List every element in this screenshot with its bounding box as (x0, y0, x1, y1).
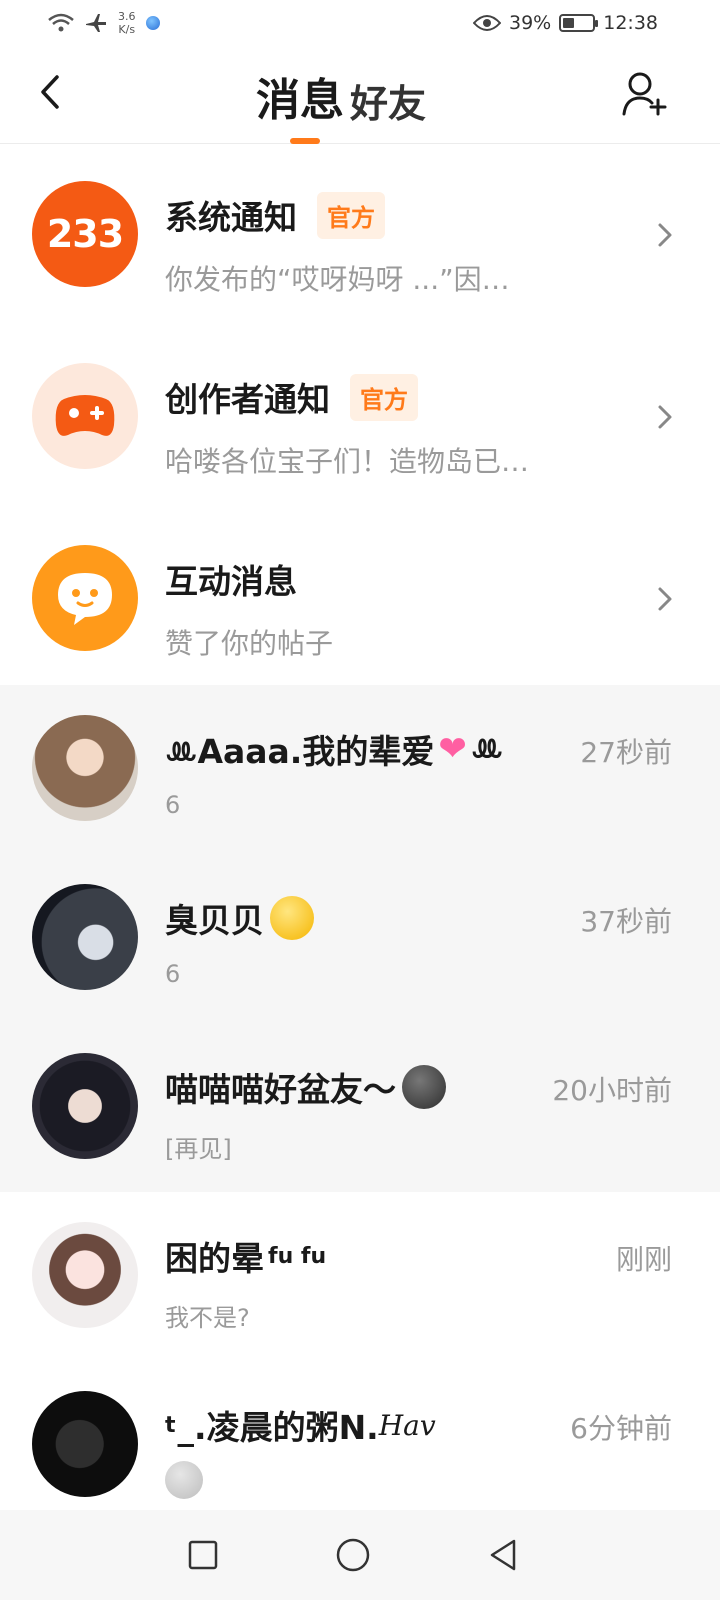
chevron-right-icon (658, 223, 672, 247)
chat-time: 刚刚 (615, 1243, 672, 1276)
battery-level (563, 18, 575, 28)
avatar (32, 1053, 138, 1159)
chat-name: 喵喵喵好盆友～ (165, 1070, 396, 1109)
square-icon (188, 1540, 218, 1570)
creator-notification-preview: 哈喽各位宝子们！造物岛已… (165, 445, 530, 478)
system-avatar-text: 233 (46, 212, 124, 256)
battery-icon (559, 14, 599, 32)
battery-percent: 39% (509, 12, 552, 34)
chat-name-superscript: fu fu (268, 1243, 327, 1269)
tab-messages-label: 消息 (256, 75, 344, 126)
chat-time: 37秒前 (580, 905, 672, 938)
avatar (32, 1222, 138, 1328)
eye-icon (473, 15, 501, 31)
chat-preview: 6 (165, 791, 181, 819)
chat-name-superscript: t (165, 1412, 176, 1438)
chat-row[interactable]: t _.凌晨的粥N. Hav 6分钟前 (0, 1361, 720, 1530)
app-indicator-icon (145, 16, 160, 30)
chat-name: 臭贝贝 (165, 901, 264, 940)
chat-row[interactable]: 喵喵喵好盆友～ 20小时前 [再见] (0, 1023, 720, 1192)
chevron-right-icon (658, 587, 672, 611)
interaction-messages-row[interactable]: 互动消息 赞了你的帖子 (0, 509, 720, 685)
grey-smile-emoji-icon (165, 1461, 203, 1499)
status-bar: 3.6 K/s 39% 12:38 (0, 0, 720, 50)
chat-name-suffix: ꔛ (470, 729, 504, 768)
wifi-icon (48, 13, 74, 32)
chat-preview: 6 (165, 960, 181, 988)
chat-time: 27秒前 (580, 736, 672, 769)
interaction-messages-title: 互动消息 (165, 562, 297, 601)
heart-emoji-icon: ❤ (438, 729, 467, 769)
chat-name: _.凌晨的粥N. (177, 1408, 379, 1447)
message-list: 233 系统通知 官方 你发布的“哎呀妈呀 ...”因… 创作者通知 官方 哈喽… (0, 145, 720, 1530)
back-button[interactable] (28, 70, 72, 114)
back-arrow-icon (41, 75, 59, 109)
tab-bar: 消息 好友 (256, 64, 426, 144)
creator-notification-avatar (32, 363, 138, 469)
recent-apps-button[interactable] (180, 1532, 226, 1578)
chat-name: ꔛAaaa.我的辈爱 (165, 732, 435, 771)
triangle-back-icon (490, 1539, 516, 1571)
system-notification-row[interactable]: 233 系统通知 官方 你发布的“哎呀妈呀 ...”因… (0, 145, 720, 327)
dark-smirk-emoji-icon (402, 1065, 446, 1109)
chat-time: 6分钟前 (570, 1412, 672, 1445)
active-tab-indicator (290, 138, 320, 144)
chat-bubble-icon (58, 573, 112, 625)
chevron-right-icon (658, 405, 672, 429)
system-notification-preview: 你发布的“哎呀妈呀 ...”因… (165, 263, 510, 296)
system-navigation-bar (0, 1510, 720, 1600)
tab-friends-label: 好友 (350, 82, 427, 126)
tab-friends[interactable]: 好友 (350, 73, 426, 144)
chat-name: 困的晕 (165, 1239, 264, 1278)
chat-preview: 我不是? (165, 1304, 250, 1332)
circle-icon (336, 1538, 370, 1572)
creator-notification-row[interactable]: 创作者通知 官方 哈喽各位宝子们！造物岛已… (0, 327, 720, 509)
creator-notification-title: 创作者通知 (165, 380, 330, 419)
network-speed: 3.6 K/s (118, 10, 136, 36)
top-header: 消息 好友 (0, 52, 720, 144)
official-badge: 官方 (350, 373, 418, 421)
tab-messages[interactable]: 消息 (256, 64, 344, 144)
chat-name-script: Hav (378, 1408, 436, 1442)
interaction-messages-avatar (32, 545, 138, 651)
add-friend-icon (622, 72, 667, 116)
chat-row[interactable]: 臭贝贝 37秒前 6 (0, 854, 720, 1023)
chat-row[interactable]: ꔛAaaa.我的辈爱 ❤ ꔛ 27秒前 6 (0, 685, 720, 854)
interaction-messages-preview: 赞了你的帖子 (165, 627, 334, 660)
system-notification-title: 系统通知 (165, 198, 297, 237)
home-button[interactable] (330, 1532, 376, 1578)
gamepad-icon (55, 395, 115, 436)
speed-unit: K/s (118, 23, 136, 36)
speed-value: 3.6 (118, 10, 136, 23)
official-badge: 官方 (317, 191, 385, 239)
chat-preview: [再见] (165, 1135, 232, 1163)
avatar (32, 715, 138, 821)
chat-row[interactable]: 困的晕 fu fu 刚刚 我不是? (0, 1192, 720, 1361)
system-notification-avatar: 233 (32, 181, 138, 287)
chat-preview-emoji (165, 1461, 203, 1499)
add-friend-button[interactable] (620, 70, 668, 118)
airplane-icon (86, 14, 106, 32)
clock: 12:38 (603, 12, 658, 34)
smile-emoji-icon (270, 896, 314, 940)
avatar (32, 884, 138, 990)
chat-time: 20小时前 (552, 1074, 672, 1107)
back-nav-button[interactable] (480, 1532, 526, 1578)
avatar (32, 1391, 138, 1497)
